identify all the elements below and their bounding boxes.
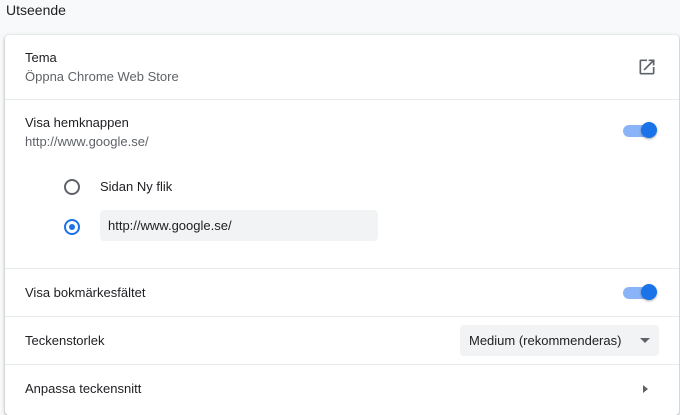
open-in-new-icon[interactable] bbox=[637, 57, 657, 77]
dropdown-arrow-icon bbox=[640, 338, 650, 343]
home-button-subtitle: http://www.google.se/ bbox=[25, 134, 149, 149]
section-title: Utseende bbox=[6, 2, 66, 18]
custom-url-radio[interactable] bbox=[64, 219, 80, 235]
customize-fonts-title: Anpassa teckensnitt bbox=[25, 381, 142, 396]
new-tab-label[interactable]: Sidan Ny flik bbox=[100, 179, 172, 194]
home-button-toggle[interactable] bbox=[623, 122, 657, 138]
bookmarks-bar-toggle[interactable] bbox=[623, 284, 657, 300]
theme-title: Tema bbox=[25, 50, 57, 65]
font-size-select[interactable]: Medium (rekommenderas) bbox=[460, 325, 659, 356]
chevron-right-icon bbox=[643, 385, 648, 393]
toggle-knob bbox=[641, 284, 657, 300]
theme-subtitle: Öppna Chrome Web Store bbox=[25, 69, 179, 84]
font-size-title: Teckenstorlek bbox=[25, 333, 105, 348]
bookmarks-bar-title: Visa bokmärkesfältet bbox=[25, 285, 146, 300]
new-tab-radio[interactable] bbox=[64, 179, 80, 195]
customize-fonts-row[interactable]: Anpassa teckensnitt bbox=[5, 364, 679, 415]
bookmarks-bar-row: Visa bokmärkesfältet bbox=[5, 268, 679, 316]
font-size-value: Medium (rekommenderas) bbox=[469, 333, 622, 348]
home-url-input[interactable] bbox=[100, 210, 378, 241]
home-button-title: Visa hemknappen bbox=[25, 115, 129, 130]
theme-row[interactable]: Tema Öppna Chrome Web Store bbox=[5, 35, 679, 99]
home-button-row: Visa hemknappen http://www.google.se/ Si… bbox=[5, 99, 679, 268]
font-size-row: Teckenstorlek Medium (rekommenderas) bbox=[5, 316, 679, 364]
toggle-knob bbox=[641, 122, 657, 138]
appearance-card: Tema Öppna Chrome Web Store Visa hemknap… bbox=[5, 35, 679, 415]
